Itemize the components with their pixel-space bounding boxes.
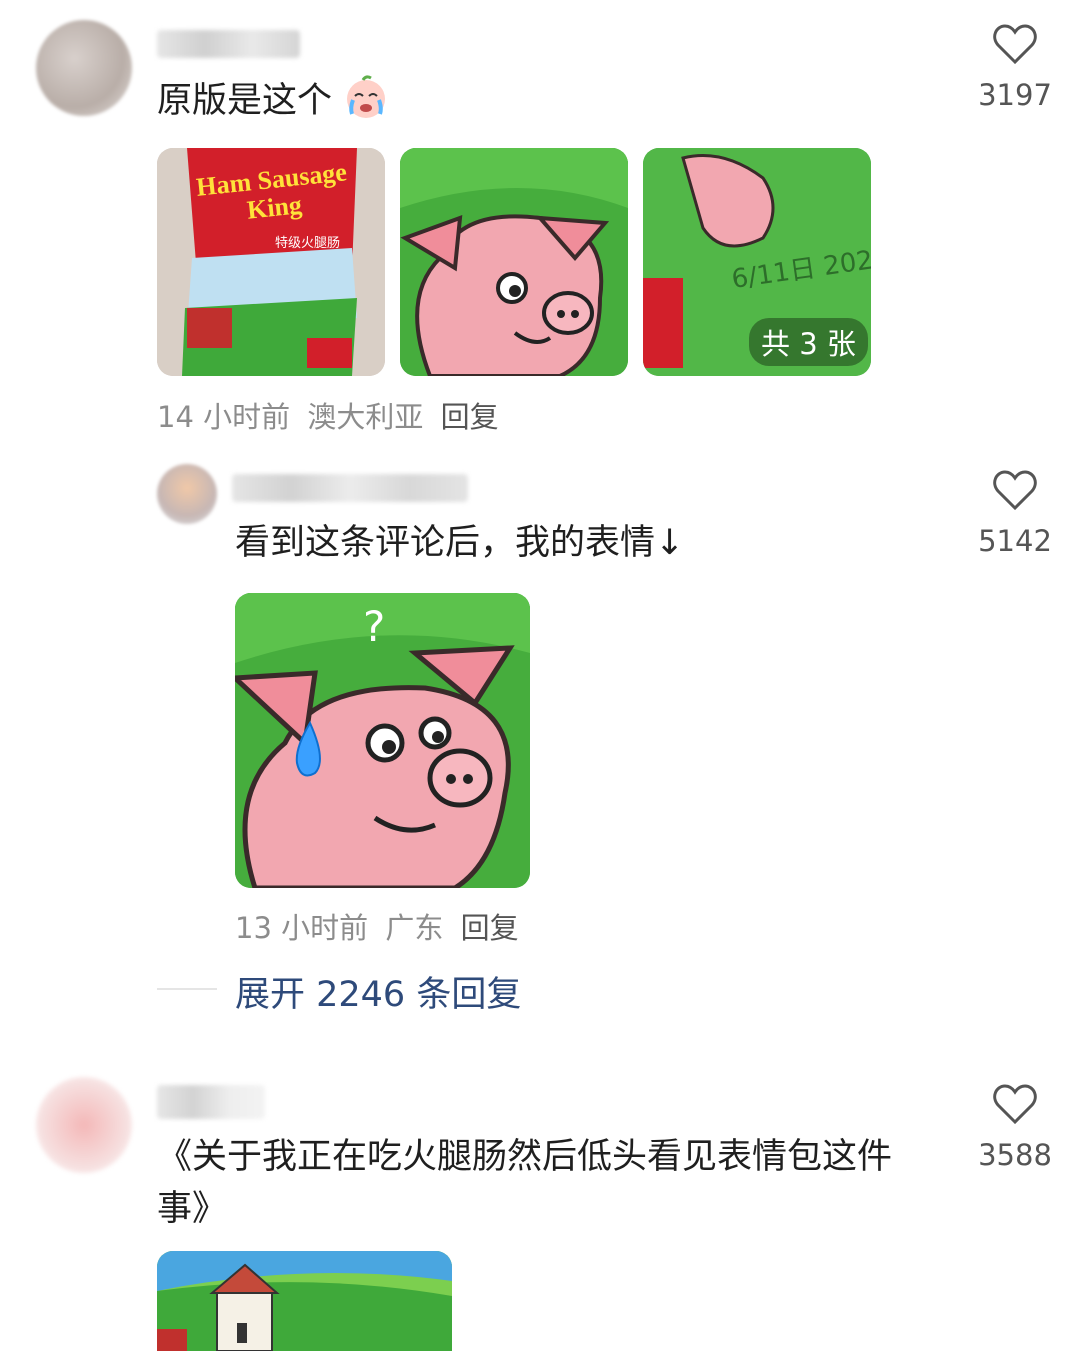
comment-text: 看到这条评论后，我的表情↓: [235, 523, 685, 563]
like-button[interactable]: 3588: [960, 1082, 1070, 1172]
heart-icon: [992, 468, 1038, 512]
expand-replies-button[interactable]: 展开 2246 条回复: [235, 966, 521, 1017]
username[interactable]: [157, 30, 300, 58]
like-count: 3197: [978, 78, 1052, 112]
comment-image-3[interactable]: 6/11日 2024/5 共 3 张: [643, 148, 871, 376]
comment-meta: 13 小时前 广东 回复: [235, 911, 519, 945]
image-count-badge: 共 3 张: [749, 318, 868, 366]
username[interactable]: [232, 474, 468, 502]
heart-icon: [992, 1082, 1038, 1126]
comment-text-line-2: 事》: [157, 1189, 228, 1229]
svg-text:?: ?: [363, 602, 385, 651]
like-button[interactable]: 5142: [960, 468, 1070, 558]
comment-text-line-1: 《关于我正在吃火腿肠然后低头看见表情包这件: [157, 1137, 893, 1177]
reply-button[interactable]: 回复: [461, 911, 519, 945]
divider: [157, 988, 217, 990]
like-count: 5142: [978, 524, 1052, 558]
comment-image-2[interactable]: [400, 148, 628, 376]
avatar[interactable]: [36, 20, 132, 116]
product-subtitle: 特级火腿肠: [275, 236, 341, 251]
comment-image[interactable]: [157, 1251, 452, 1351]
like-button[interactable]: 3197: [960, 22, 1070, 112]
heart-icon: [992, 22, 1038, 66]
like-count: 3588: [978, 1138, 1052, 1172]
crying-face-icon: [343, 74, 389, 120]
reply-button[interactable]: 回复: [441, 400, 499, 434]
avatar[interactable]: [157, 464, 217, 524]
comment-image-1[interactable]: Ham Sausage King 特级火腿肠: [157, 148, 385, 376]
comment-text: 原版是这个: [157, 74, 389, 124]
username[interactable]: [157, 1085, 265, 1119]
comment-image[interactable]: ?: [235, 593, 530, 888]
comment-meta: 14 小时前 澳大利亚 回复: [157, 400, 499, 434]
avatar[interactable]: [36, 1077, 132, 1173]
